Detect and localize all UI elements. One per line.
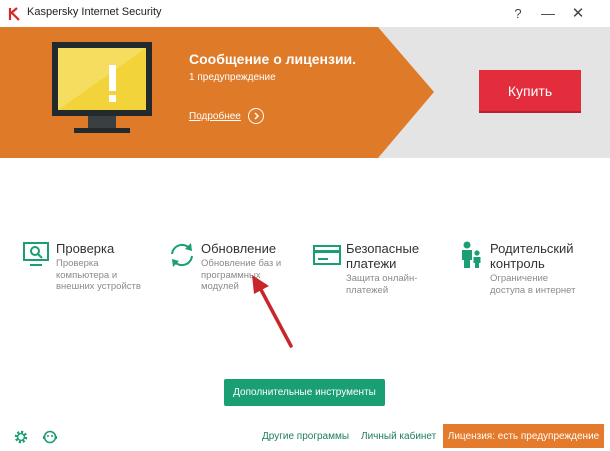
tile-safe-payments[interactable]: Безопасные платежи Защита онлайн- платеж… (312, 238, 442, 308)
footer: Другие программы Личный кабинет Лицензия… (0, 422, 610, 451)
banner-title: Сообщение о лицензии. (189, 51, 357, 67)
tile-scan-title[interactable]: Проверка (56, 241, 114, 256)
details-link-label[interactable]: Подробнее (189, 111, 241, 122)
license-status-button[interactable]: Лицензия: есть предупреждение (443, 424, 604, 448)
tile-parental-control-title[interactable]: Родительский контроль (490, 241, 574, 271)
details-link[interactable]: Подробнее (189, 108, 264, 124)
tile-update-title[interactable]: Обновление (201, 241, 276, 256)
buy-button[interactable]: Купить (479, 70, 581, 113)
close-button[interactable]: ✕ (566, 2, 590, 24)
help-button[interactable]: ? (506, 2, 530, 24)
scan-monitor-icon (23, 242, 49, 266)
update-arrows-icon (171, 243, 193, 267)
chevron-right-icon[interactable] (247, 108, 264, 124)
tile-safe-payments-title[interactable]: Безопасные платежи (346, 241, 419, 271)
parental-control-icon (462, 241, 481, 268)
minimize-button[interactable]: — (536, 2, 560, 24)
tile-parental-control[interactable]: Родительский контроль Ограничение доступ… (456, 238, 596, 308)
tile-parental-control-desc: Ограничение доступа в интернет (490, 273, 576, 296)
annotation-arrow-icon (252, 275, 293, 348)
title-bar: Kaspersky Internet Security ? — ✕ (0, 0, 610, 27)
other-programs-link[interactable]: Другие программы (262, 431, 349, 442)
tile-scan[interactable]: Проверка Проверка компьютера и внешних у… (22, 238, 152, 308)
banner-subtitle: 1 предупреждение (189, 72, 276, 83)
license-banner: Сообщение о лицензии. 1 предупреждение П… (0, 27, 610, 158)
tile-safe-payments-desc: Защита онлайн- платежей (346, 273, 418, 296)
gear-icon[interactable] (13, 429, 29, 445)
window-title: Kaspersky Internet Security (27, 6, 162, 18)
additional-tools-button[interactable]: Дополнительные инструменты (224, 379, 385, 406)
tile-scan-desc: Проверка компьютера и внешних устройств (56, 258, 141, 292)
support-icon[interactable] (42, 429, 58, 445)
my-account-link[interactable]: Личный кабинет (361, 431, 436, 442)
kaspersky-logo-icon (8, 7, 20, 21)
credit-card-icon (313, 245, 341, 265)
